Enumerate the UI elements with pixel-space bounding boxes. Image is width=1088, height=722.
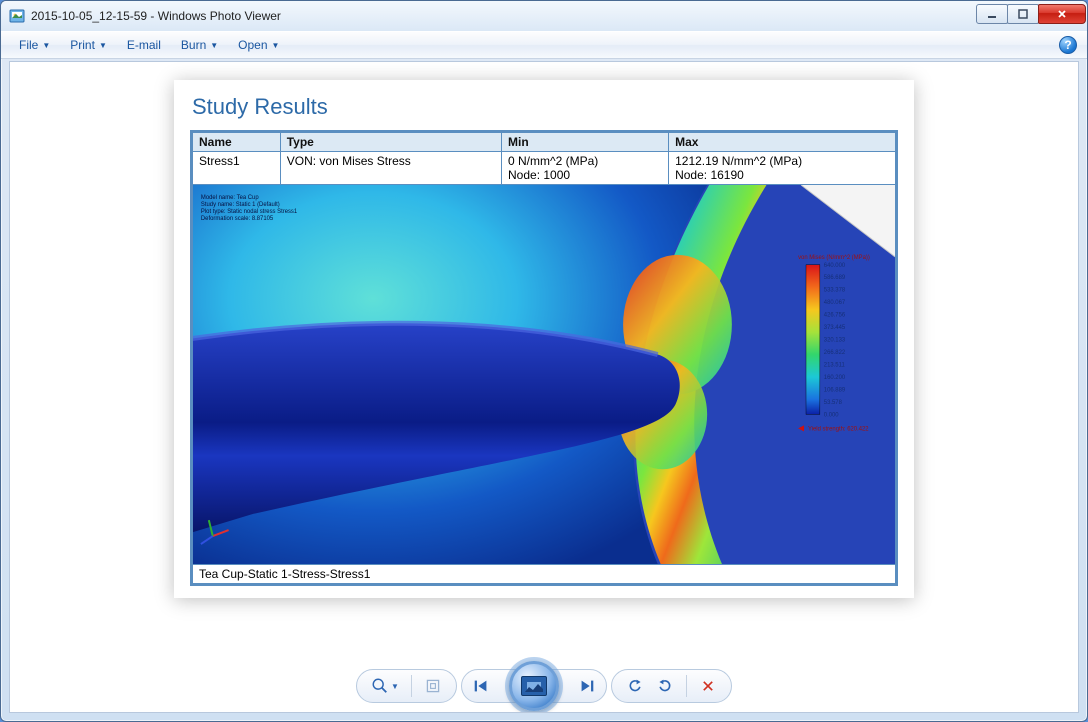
delete-icon — [701, 679, 715, 693]
menu-email[interactable]: E-mail — [119, 36, 169, 54]
chevron-down-icon: ▼ — [391, 682, 399, 691]
zoom-group: ▼ — [356, 669, 457, 703]
col-min: Min — [502, 132, 669, 152]
maximize-button[interactable] — [1007, 4, 1039, 24]
svg-text:373.445: 373.445 — [824, 325, 846, 331]
actual-size-button[interactable] — [420, 673, 446, 699]
svg-text:266.822: 266.822 — [824, 350, 845, 356]
chevron-down-icon: ▼ — [42, 41, 50, 50]
cell-max: 1212.19 N/mm^2 (MPa) Node: 16190 — [669, 152, 897, 185]
previous-icon — [472, 677, 490, 695]
delete-button[interactable] — [695, 673, 721, 699]
menu-file[interactable]: File ▼ — [11, 36, 58, 54]
menu-open-label: Open — [238, 38, 267, 52]
col-type: Type — [280, 132, 501, 152]
cell-min: 0 N/mm^2 (MPa) Node: 1000 — [502, 152, 669, 185]
svg-text:586.689: 586.689 — [824, 275, 846, 281]
cell-max-value: 1212.19 N/mm^2 (MPa) — [675, 154, 802, 168]
cell-max-node: Node: 16190 — [675, 168, 744, 182]
slideshow-icon — [521, 676, 547, 696]
chevron-down-icon: ▼ — [210, 41, 218, 50]
minimize-button[interactable] — [976, 4, 1008, 24]
document-page: Study Results Name Type Min Max Stress1 … — [174, 80, 914, 598]
svg-text:640.000: 640.000 — [824, 263, 846, 269]
next-button[interactable] — [574, 673, 600, 699]
cell-min-value: 0 N/mm^2 (MPa) — [508, 154, 598, 168]
cell-type: VON: von Mises Stress — [280, 152, 501, 185]
zoom-button[interactable]: ▼ — [367, 673, 403, 699]
slideshow-button[interactable] — [509, 661, 559, 711]
help-button[interactable]: ? — [1059, 36, 1077, 54]
overlay-l3: Plot type: Static nodal stress Stress1 — [201, 209, 298, 215]
menu-email-label: E-mail — [127, 38, 161, 52]
menu-file-label: File — [19, 38, 38, 52]
app-icon — [9, 8, 25, 24]
svg-text:480.067: 480.067 — [824, 300, 845, 306]
svg-text:53.578: 53.578 — [824, 400, 843, 406]
window-controls — [977, 4, 1086, 26]
cell-min-node: Node: 1000 — [508, 168, 570, 182]
action-group — [611, 669, 732, 703]
fea-plot: Model name: Tea Cup Study name: Static 1… — [193, 185, 895, 564]
chevron-down-icon: ▼ — [272, 41, 280, 50]
svg-text:320.133: 320.133 — [824, 338, 846, 344]
overlay-l4: Deformation scale: 8.87105 — [201, 216, 274, 222]
magnifier-icon — [371, 677, 389, 695]
nav-cluster — [461, 661, 607, 711]
menubar: File ▼ Print ▼ E-mail Burn ▼ Open ▼ ? — [1, 31, 1087, 59]
results-table: Name Type Min Max Stress1 VON: von Mises… — [190, 130, 898, 586]
rotate-cw-button[interactable] — [652, 673, 678, 699]
svg-text:533.378: 533.378 — [824, 288, 846, 294]
caption: Tea Cup-Static 1-Stress-Stress1 — [192, 565, 897, 585]
rotate-cw-icon — [657, 678, 673, 694]
rotate-ccw-icon — [627, 678, 643, 694]
next-icon — [578, 677, 596, 695]
help-icon-label: ? — [1064, 38, 1071, 52]
menu-print[interactable]: Print ▼ — [62, 36, 115, 54]
close-button[interactable] — [1038, 4, 1086, 24]
col-max: Max — [669, 132, 897, 152]
bottom-toolbar: ▼ — [10, 660, 1078, 712]
report-heading: Study Results — [192, 94, 898, 120]
simulation-row: Model name: Tea Cup Study name: Static 1… — [192, 185, 897, 565]
simulation-image: Model name: Tea Cup Study name: Static 1… — [192, 185, 897, 565]
menu-burn-label: Burn — [181, 38, 206, 52]
overlay-l1: Model name: Tea Cup — [201, 195, 259, 201]
rotate-ccw-button[interactable] — [622, 673, 648, 699]
table-header-row: Name Type Min Max — [192, 132, 897, 152]
menu-burn[interactable]: Burn ▼ — [173, 36, 226, 54]
menu-open[interactable]: Open ▼ — [230, 36, 287, 54]
viewer-client: Study Results Name Type Min Max Stress1 … — [9, 61, 1079, 713]
window-title: 2015-10-05_12-15-59 - Windows Photo View… — [31, 9, 977, 23]
table-row: Stress1 VON: von Mises Stress 0 N/mm^2 (… — [192, 152, 897, 185]
titlebar: 2015-10-05_12-15-59 - Windows Photo View… — [1, 1, 1087, 31]
cell-name: Stress1 — [192, 152, 281, 185]
fit-icon — [425, 678, 441, 694]
legend-yield: Yield strength: 620.422 — [808, 426, 869, 432]
svg-text:213.511: 213.511 — [824, 363, 846, 369]
overlay-l2: Study name: Static 1 (Default) — [201, 202, 280, 208]
col-name: Name — [192, 132, 281, 152]
menu-print-label: Print — [70, 38, 95, 52]
legend-title: von Mises (N/mm^2 (MPa)) — [798, 255, 870, 261]
svg-text:160.200: 160.200 — [824, 375, 846, 381]
svg-text:426.756: 426.756 — [824, 313, 846, 319]
svg-text:0.000: 0.000 — [824, 412, 839, 418]
prev-button[interactable] — [468, 673, 494, 699]
svg-text:106.889: 106.889 — [824, 387, 846, 393]
caption-row: Tea Cup-Static 1-Stress-Stress1 — [192, 565, 897, 585]
chevron-down-icon: ▼ — [99, 41, 107, 50]
